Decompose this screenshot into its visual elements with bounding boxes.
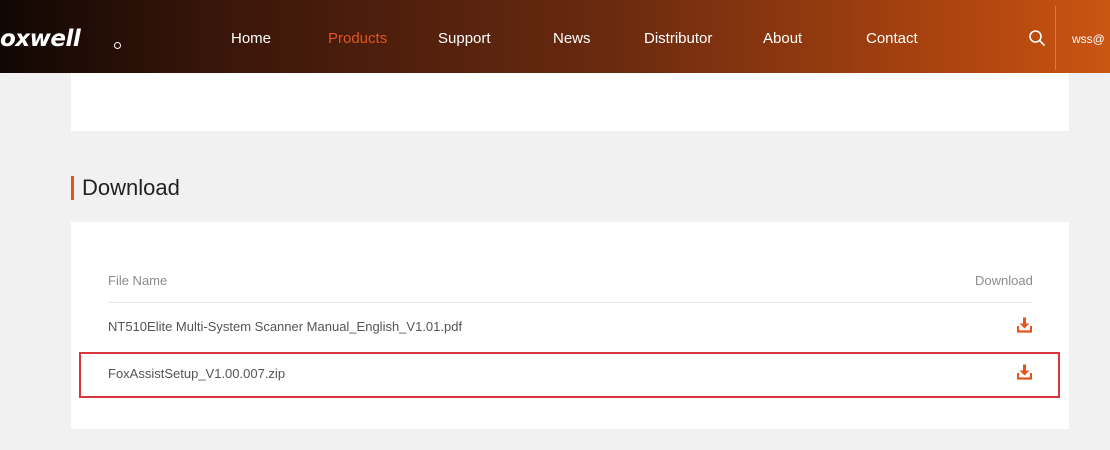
nav-item-products[interactable]: Products — [328, 29, 387, 49]
row-divider — [108, 302, 1032, 303]
registered-mark-icon — [114, 42, 121, 49]
top-navbar: oxwell Home Products Support News Distri… — [0, 0, 1110, 73]
user-account-link[interactable]: wss@ — [1072, 30, 1110, 48]
nav-item-about[interactable]: About — [763, 29, 802, 49]
nav-item-news[interactable]: News — [553, 29, 591, 49]
download-icon[interactable] — [1016, 317, 1033, 333]
nav-item-contact[interactable]: Contact — [866, 29, 918, 49]
section-accent-bar — [71, 176, 74, 200]
search-icon[interactable] — [1028, 29, 1046, 47]
nav-divider — [1055, 6, 1056, 70]
download-section-title: Download — [82, 175, 180, 200]
nav-item-distributor[interactable]: Distributor — [644, 29, 712, 49]
file-row: FoxAssistSetup_V1.00.007.zip — [108, 352, 1033, 396]
content-panel-top — [71, 73, 1069, 131]
nav-item-home[interactable]: Home — [231, 29, 271, 49]
file-row: NT510Elite Multi-System Scanner Manual_E… — [108, 305, 1033, 349]
column-header-file-name: File Name — [108, 273, 168, 288]
download-icon[interactable] — [1016, 364, 1033, 380]
nav-item-support[interactable]: Support — [438, 29, 491, 49]
file-name-link[interactable]: FoxAssistSetup_V1.00.007.zip — [108, 365, 285, 383]
column-header-download: Download — [975, 273, 1033, 288]
brand-logo[interactable]: oxwell — [0, 25, 81, 53]
file-name-link[interactable]: NT510Elite Multi-System Scanner Manual_E… — [108, 318, 462, 336]
